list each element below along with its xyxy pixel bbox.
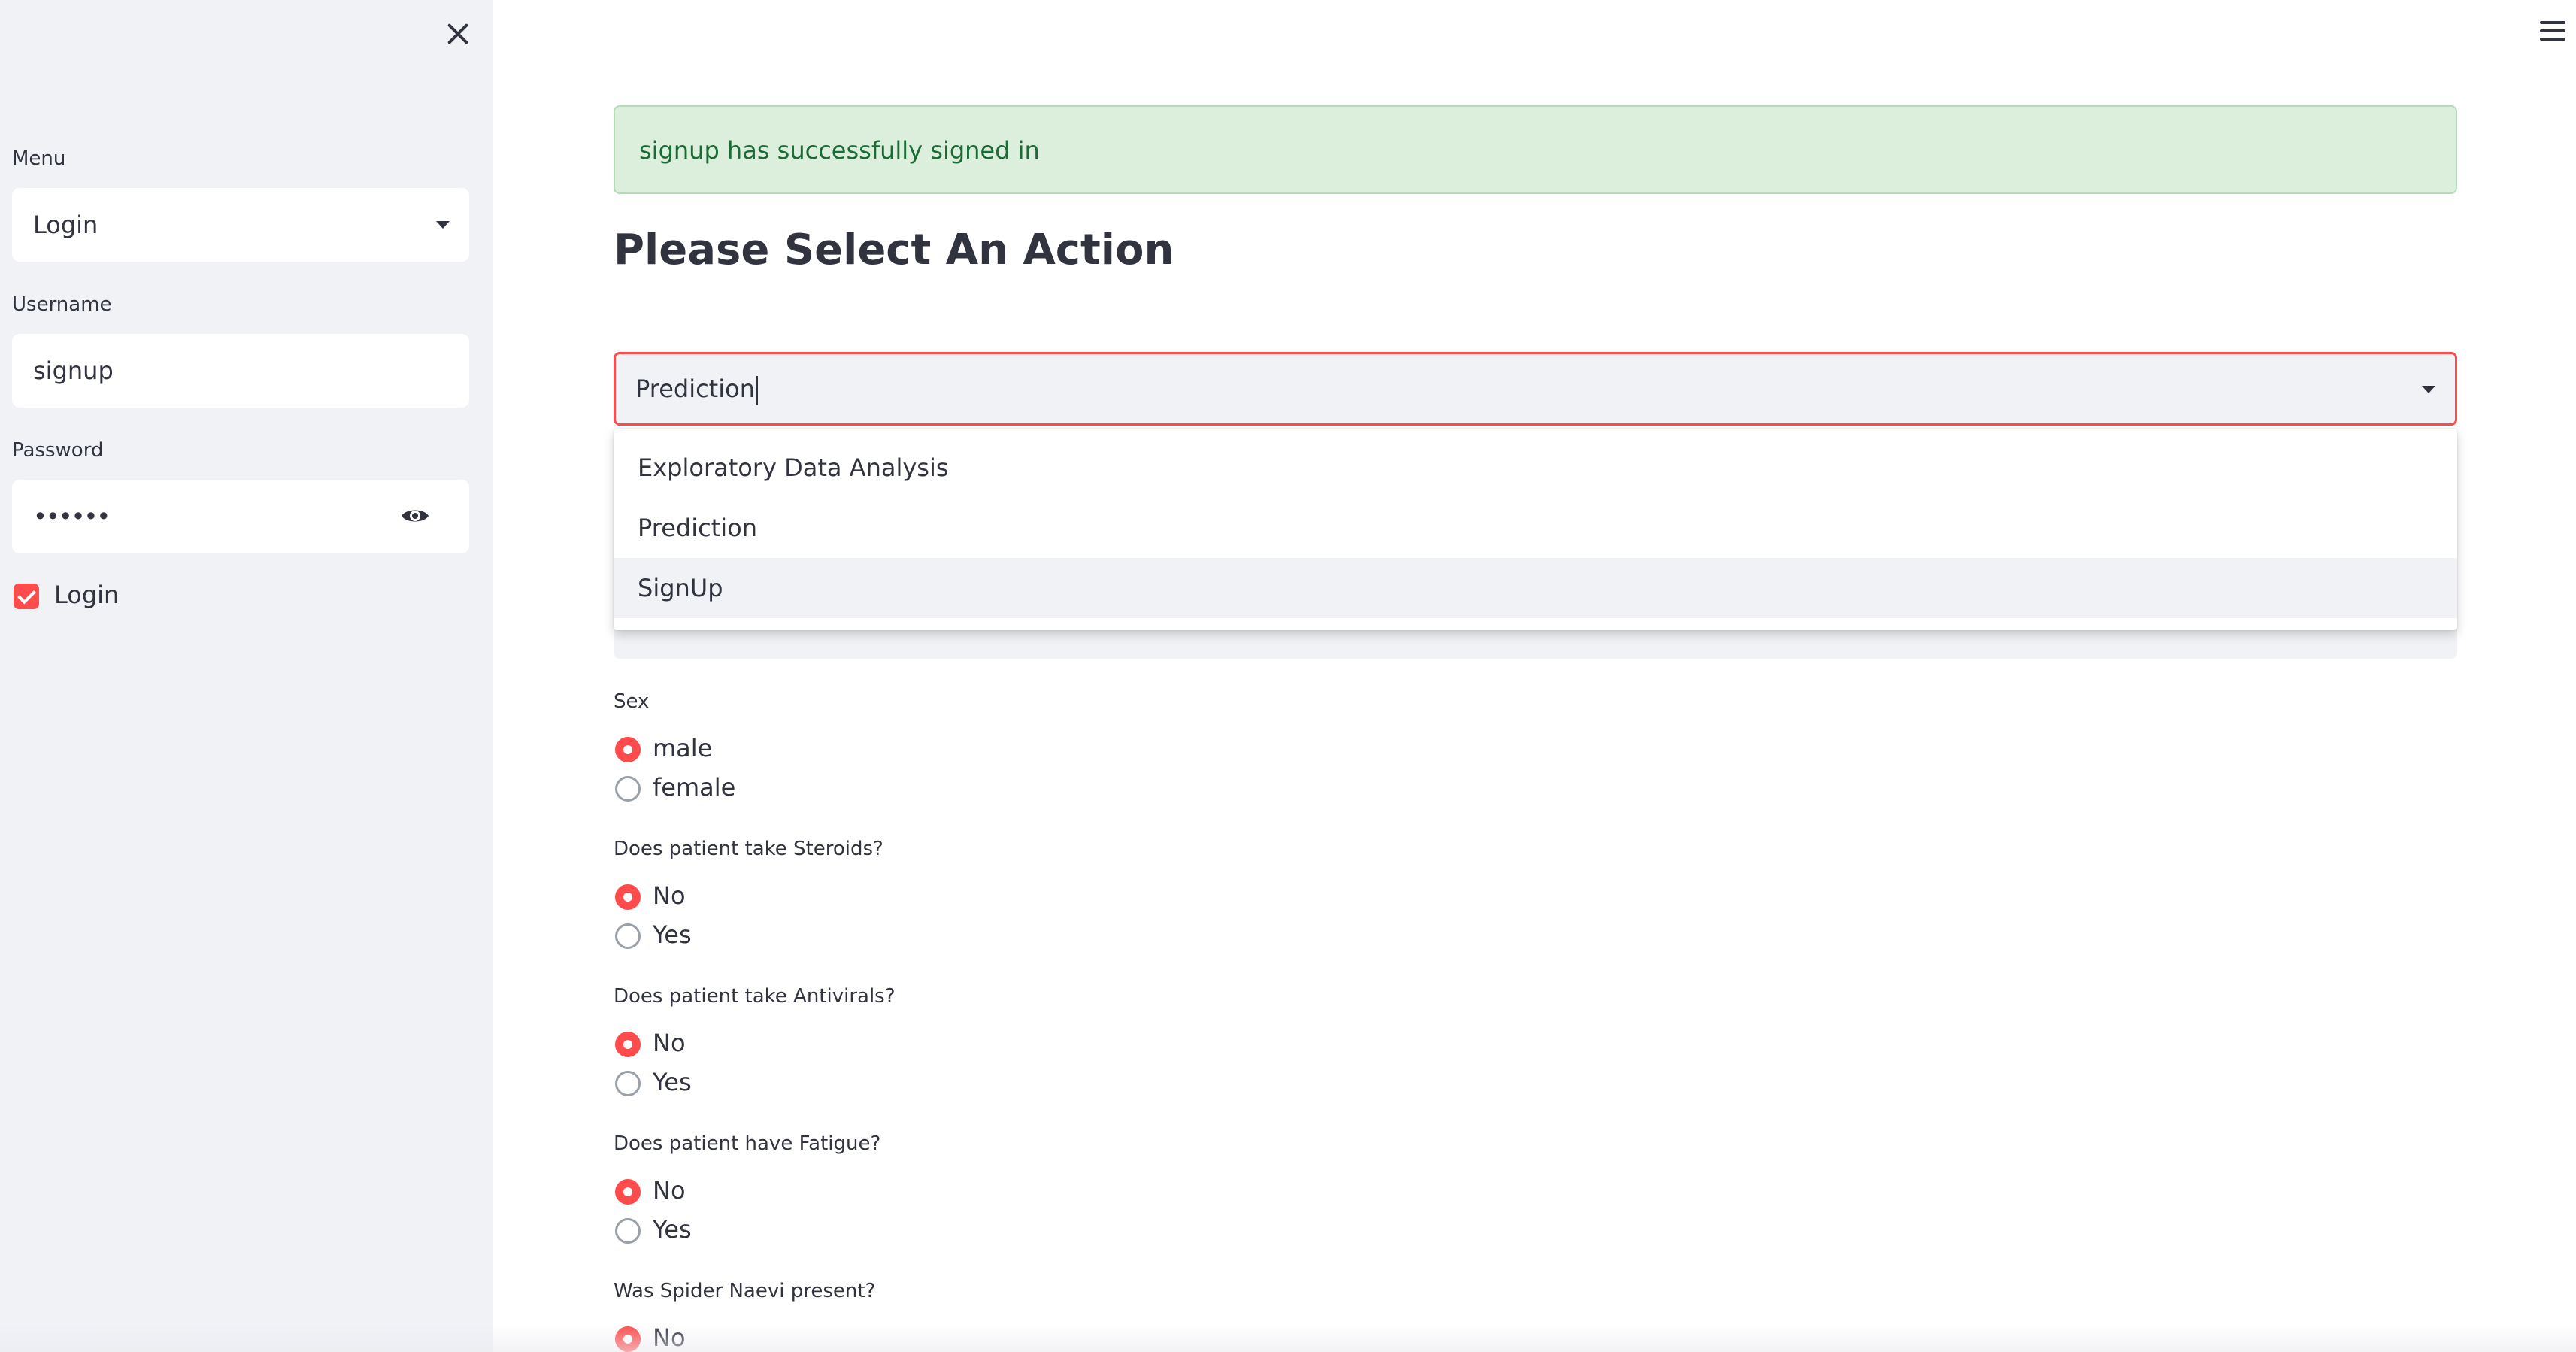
option-prediction[interactable]: Prediction [614,498,2457,558]
bottom-fade [0,1323,2576,1352]
password-field[interactable]: •••••• [12,480,469,553]
chevron-down-icon [436,221,450,229]
chevron-down-icon [2422,386,2435,393]
password-value: •••••• [33,502,111,531]
fatigue-no-label: No [653,1176,686,1205]
steroids-label: Does patient take Steroids? [614,838,883,860]
eye-icon[interactable] [400,505,430,526]
username-value: signup [33,356,114,385]
action-dropdown-menu: Exploratory Data Analysis Prediction Sig… [614,429,2457,630]
fatigue-no-radio[interactable] [615,1179,641,1205]
steroids-yes-radio[interactable] [615,923,641,949]
username-field[interactable]: signup [12,334,469,408]
sex-male-label: male [653,734,713,762]
sidebar: Menu Login Username signup Password ••••… [0,0,493,1352]
steroids-yes-label: Yes [653,920,692,949]
menu-select[interactable]: Login [12,188,469,262]
sex-female-radio[interactable] [615,776,641,802]
sex-label: Sex [614,690,650,713]
fatigue-yes-radio[interactable] [615,1218,641,1244]
close-icon[interactable] [442,18,474,50]
login-checkbox-label: Login [54,581,120,609]
steroids-no-label: No [653,881,686,910]
steroids-no-radio[interactable] [615,884,641,910]
password-label: Password [12,439,104,462]
hamburger-icon[interactable] [2540,21,2565,41]
antivirals-no-label: No [653,1029,686,1057]
login-checkbox[interactable] [14,584,39,609]
success-alert: signup has successfully signed in [614,105,2457,194]
antivirals-no-radio[interactable] [615,1032,641,1057]
success-message: signup has successfully signed in [639,136,1040,165]
fatigue-yes-label: Yes [653,1215,692,1244]
page-title: Please Select An Action [614,226,1174,274]
antivirals-yes-radio[interactable] [615,1071,641,1096]
action-select-value: Prediction [635,354,758,423]
username-label: Username [12,293,112,316]
sex-male-radio[interactable] [615,737,641,762]
sex-female-label: female [653,773,736,802]
antivirals-yes-label: Yes [653,1068,692,1096]
menu-select-value: Login [33,211,98,239]
menu-label: Menu [12,147,66,170]
fatigue-label: Does patient have Fatigue? [614,1132,881,1155]
option-signup[interactable]: SignUp [614,558,2457,618]
antivirals-label: Does patient take Antivirals? [614,985,896,1008]
spider-naevi-label: Was Spider Naevi present? [614,1280,876,1302]
action-select[interactable]: Prediction [614,352,2457,426]
option-exploratory-data-analysis[interactable]: Exploratory Data Analysis [614,438,2457,498]
